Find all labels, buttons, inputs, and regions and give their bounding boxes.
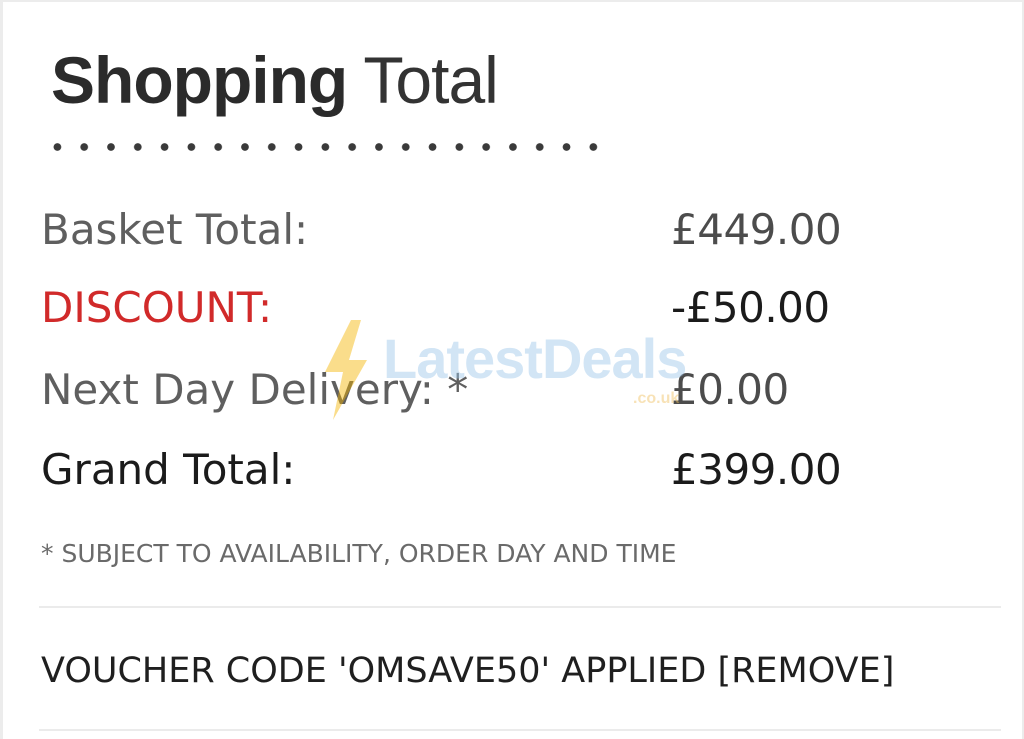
dotted-divider bbox=[44, 142, 606, 152]
remove-voucher-link[interactable]: [REMOVE] bbox=[717, 651, 894, 691]
summary-row-delivery: Next Day Delivery: * £0.00 bbox=[3, 360, 1024, 420]
grand-total-value: £399.00 bbox=[671, 445, 842, 494]
discount-value: -£50.00 bbox=[671, 283, 830, 332]
discount-label: DISCOUNT: bbox=[41, 283, 273, 332]
card-title-bold: Shopping bbox=[51, 43, 348, 117]
grand-total-label: Grand Total: bbox=[41, 445, 296, 494]
delivery-value: £0.00 bbox=[671, 365, 789, 414]
delivery-label: Next Day Delivery: * bbox=[41, 365, 469, 414]
shopping-total-card: Shopping Total Basket Total: £449.00 DIS… bbox=[0, 0, 1024, 739]
voucher-applied-text: VOUCHER CODE 'OMSAVE50' APPLIED bbox=[41, 651, 718, 691]
basket-total-label: Basket Total: bbox=[41, 205, 309, 254]
availability-note: * SUBJECT TO AVAILABILITY, ORDER DAY AND… bbox=[41, 539, 677, 568]
divider-bottom bbox=[39, 729, 1001, 731]
summary-row-discount: DISCOUNT: -£50.00 bbox=[3, 278, 1024, 338]
summary-row-basket-total: Basket Total: £449.00 bbox=[3, 200, 1024, 260]
voucher-status: VOUCHER CODE 'OMSAVE50' APPLIED [REMOVE] bbox=[41, 647, 894, 695]
summary-row-grand-total: Grand Total: £399.00 bbox=[3, 440, 1024, 500]
divider-top bbox=[39, 606, 1001, 608]
basket-total-value: £449.00 bbox=[671, 205, 842, 254]
card-title: Shopping Total bbox=[51, 40, 499, 120]
card-title-light: Total bbox=[363, 43, 498, 117]
